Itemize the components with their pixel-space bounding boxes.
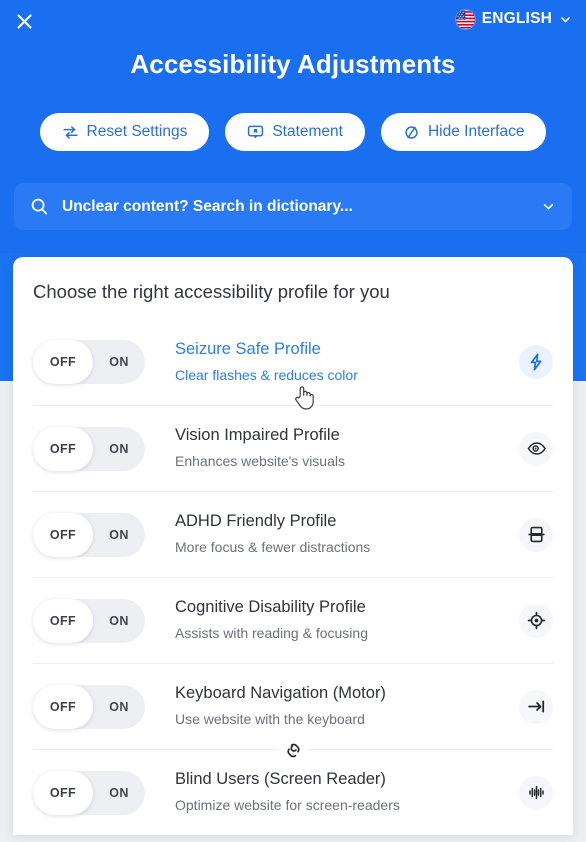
profile-text: ADHD Friendly Profile More focus & fewer… bbox=[165, 510, 519, 558]
profile-name: ADHD Friendly Profile bbox=[175, 512, 337, 531]
statement-button[interactable]: Statement bbox=[225, 113, 365, 151]
toggle-off-label: OFF bbox=[49, 527, 77, 542]
profile-name: Keyboard Navigation (Motor) bbox=[175, 684, 386, 703]
profile-description: Clear flashes & reduces color bbox=[175, 366, 358, 383]
statement-badge-icon bbox=[247, 124, 264, 141]
search-chevron-down-icon[interactable] bbox=[541, 199, 556, 214]
eye-icon bbox=[519, 431, 553, 466]
refresh-exchange-icon bbox=[62, 124, 79, 141]
profile-description: Use website with the keyboard bbox=[175, 711, 365, 728]
profile-row-adhd-friendly[interactable]: OFF ON ADHD Friendly Profile More focus … bbox=[33, 491, 553, 577]
toggle-on-label: ON bbox=[109, 785, 129, 800]
page-title: Accessibility Adjustments bbox=[130, 49, 456, 79]
profile-list: OFF ON Seizure Safe Profile Clear flashe… bbox=[13, 319, 573, 835]
toggle-off-label: OFF bbox=[49, 785, 77, 800]
toggle-off-label: OFF bbox=[49, 441, 77, 456]
search-input[interactable] bbox=[62, 197, 541, 216]
toggle-off-label: OFF bbox=[49, 699, 77, 714]
language-selector[interactable]: ENGLISH bbox=[455, 6, 572, 32]
card-title: Choose the right accessibility profile f… bbox=[33, 281, 390, 302]
profile-row-keyboard-navigation[interactable]: OFF ON Keyboard Navigation (Motor) Use w… bbox=[33, 663, 553, 749]
toggle-on-label: ON bbox=[109, 441, 129, 456]
search-icon bbox=[30, 197, 49, 216]
profile-row-vision-impaired[interactable]: OFF ON Vision Impaired Profile Enhances … bbox=[33, 405, 553, 491]
focus-band-icon bbox=[519, 517, 553, 552]
profile-row-blind-users[interactable]: OFF ON Blind Users (Screen Reader) Optim… bbox=[33, 739, 553, 835]
chevron-down-icon bbox=[559, 13, 572, 26]
profile-row-seizure-safe[interactable]: OFF ON Seizure Safe Profile Clear flashe… bbox=[33, 319, 553, 405]
us-flag-icon bbox=[455, 9, 475, 29]
profile-text: Cognitive Disability Profile Assists wit… bbox=[165, 596, 519, 644]
chain-link-icon bbox=[278, 739, 308, 761]
profile-row-cognitive-disability[interactable]: OFF ON Cognitive Disability Profile Assi… bbox=[33, 577, 553, 663]
profile-description: More focus & fewer distractions bbox=[175, 539, 371, 556]
toggle-vision-impaired[interactable]: OFF ON bbox=[33, 426, 145, 471]
hide-interface-label: Hide Interface bbox=[427, 123, 525, 140]
toggle-blind-users[interactable]: OFF ON bbox=[33, 770, 145, 815]
profile-text: Seizure Safe Profile Clear flashes & red… bbox=[165, 338, 519, 386]
arrow-to-bar-icon bbox=[519, 689, 553, 724]
toggle-on-label: ON bbox=[109, 699, 129, 714]
toggle-cognitive-disability[interactable]: OFF ON bbox=[33, 598, 145, 643]
profile-name: Cognitive Disability Profile bbox=[175, 598, 366, 617]
toggle-on-label: ON bbox=[109, 613, 129, 628]
accessibility-widget: ENGLISH Accessibility Adjustments Reset … bbox=[0, 0, 586, 842]
close-button[interactable] bbox=[10, 7, 38, 35]
language-label: ENGLISH bbox=[481, 10, 552, 27]
hide-slash-icon bbox=[403, 124, 420, 141]
profile-text: Vision Impaired Profile Enhances website… bbox=[165, 424, 519, 472]
profiles-card: Choose the right accessibility profile f… bbox=[13, 257, 573, 835]
statement-label: Statement bbox=[272, 123, 343, 140]
profile-text: Blind Users (Screen Reader) Optimize web… bbox=[165, 768, 519, 816]
lightning-bolt-icon bbox=[519, 345, 553, 379]
profile-name: Seizure Safe Profile bbox=[175, 339, 321, 358]
toggle-off-label: OFF bbox=[49, 613, 77, 628]
profile-name: Blind Users (Screen Reader) bbox=[175, 770, 386, 789]
toggle-off-label: OFF bbox=[49, 355, 77, 369]
toggle-on-label: ON bbox=[109, 355, 129, 369]
dictionary-search-bar[interactable] bbox=[14, 183, 572, 230]
hide-interface-button[interactable]: Hide Interface bbox=[380, 113, 547, 151]
close-icon bbox=[15, 12, 34, 31]
profile-text: Keyboard Navigation (Motor) Use website … bbox=[165, 682, 519, 730]
toggle-keyboard-navigation[interactable]: OFF ON bbox=[33, 684, 145, 729]
profile-description: Optimize website for screen-readers bbox=[175, 797, 400, 814]
reset-settings-label: Reset Settings bbox=[86, 123, 188, 140]
target-crosshair-icon bbox=[519, 603, 553, 638]
profile-description: Enhances website's visuals bbox=[175, 453, 345, 470]
audio-waveform-icon bbox=[519, 775, 553, 810]
profile-name: Vision Impaired Profile bbox=[175, 426, 340, 445]
reset-settings-button[interactable]: Reset Settings bbox=[39, 113, 210, 151]
page-root: ENGLISH Accessibility Adjustments Reset … bbox=[0, 0, 586, 842]
widget-header: ENGLISH Accessibility Adjustments Reset … bbox=[0, 0, 586, 253]
toggle-on-label: ON bbox=[109, 527, 129, 542]
profile-description: Assists with reading & focusing bbox=[175, 625, 368, 642]
toggle-adhd-friendly[interactable]: OFF ON bbox=[33, 512, 145, 557]
toggle-seizure-safe[interactable]: OFF ON bbox=[33, 340, 145, 384]
header-action-buttons: Reset Settings Statement Hide Interface bbox=[0, 113, 586, 151]
